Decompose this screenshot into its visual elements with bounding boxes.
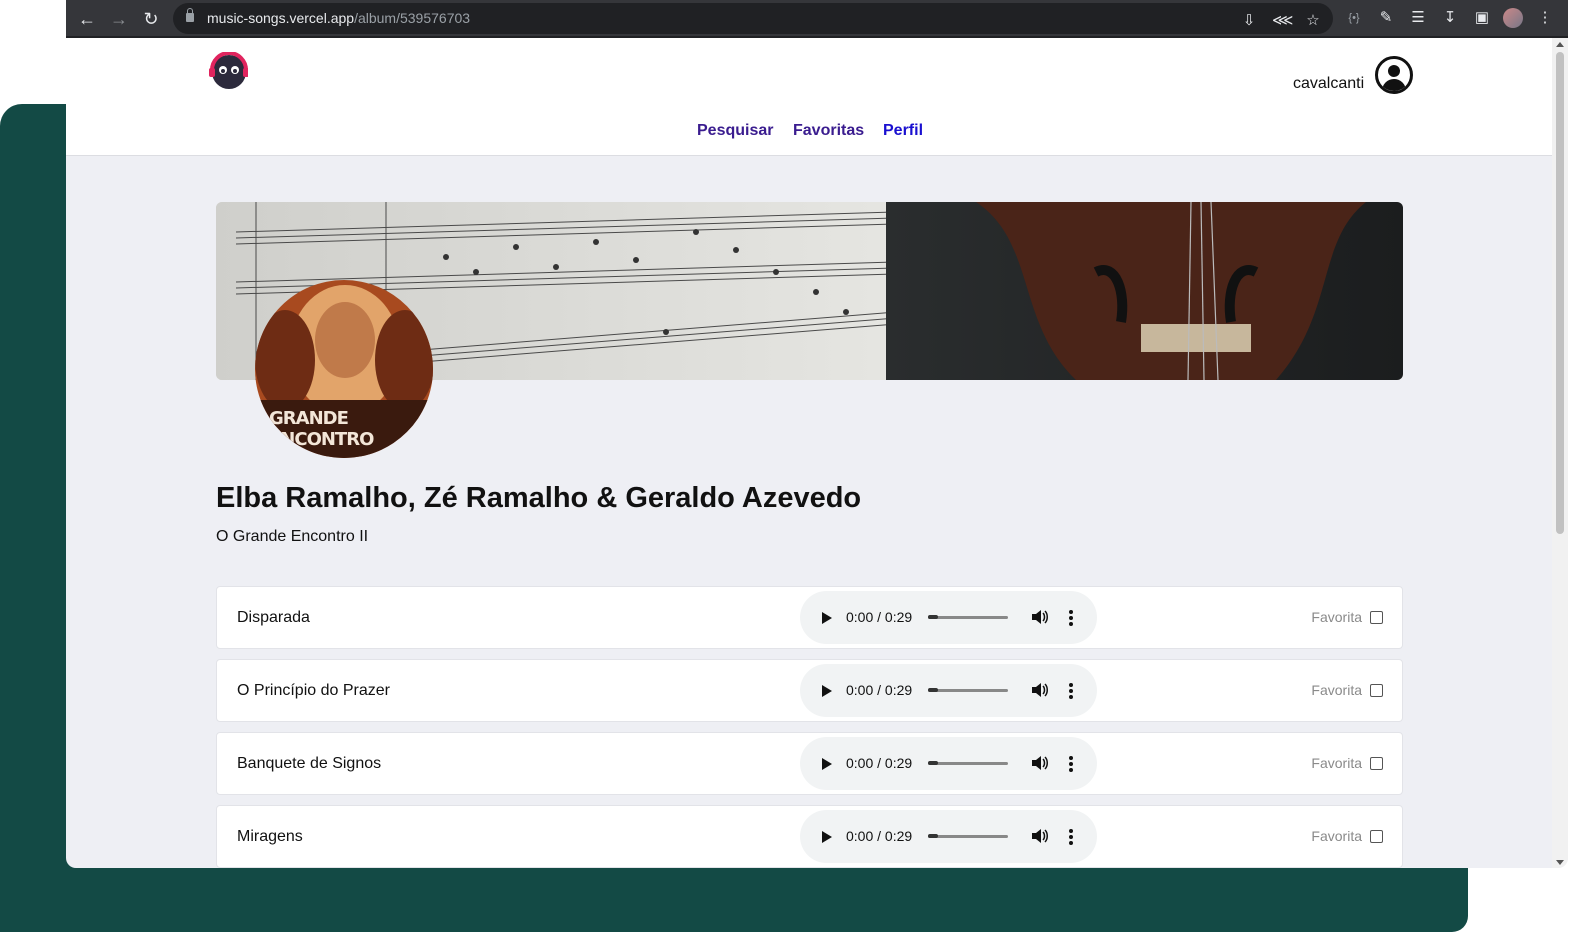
track-name: Miragens: [237, 828, 303, 845]
share-icon[interactable]: ⋘: [1272, 12, 1293, 30]
profile-avatar-icon[interactable]: [1503, 8, 1523, 28]
nav-link-search[interactable]: Pesquisar: [697, 122, 773, 140]
seek-slider[interactable]: [928, 761, 1008, 765]
track-row: Banquete de Signos 0:00 / 0:29 Favorita: [216, 732, 1403, 795]
download-icon[interactable]: ↧: [1441, 9, 1459, 27]
seek-slider[interactable]: [928, 834, 1008, 838]
track-time: 0:00 / 0:29: [846, 828, 913, 844]
volume-icon[interactable]: [1030, 681, 1048, 699]
track-name: Banquete de Signos: [237, 755, 382, 772]
track-time: 0:00 / 0:29: [846, 755, 913, 771]
url-text[interactable]: music-songs.vercel.app/album/539576703: [207, 10, 470, 26]
media-queue-icon[interactable]: ☰: [1409, 9, 1427, 27]
favorite-checkbox[interactable]: [1370, 757, 1383, 770]
more-options-icon[interactable]: [1068, 828, 1074, 846]
more-options-icon[interactable]: [1068, 609, 1074, 627]
artist-name: Elba Ramalho, Zé Ramalho & Geraldo Azeve…: [216, 482, 862, 514]
scrollbar-thumb[interactable]: [1556, 52, 1564, 534]
audio-player[interactable]: 0:00 / 0:29: [800, 591, 1097, 644]
track-name: O Princípio do Prazer: [237, 682, 390, 699]
page-scrollbar[interactable]: [1552, 38, 1568, 868]
username-label: cavalcanti: [1293, 75, 1365, 92]
nav-link-profile[interactable]: Perfil: [883, 122, 923, 140]
browser-toolbar: ← → ↻ music-songs.vercel.app/album/53957…: [66, 0, 1568, 38]
forward-arrow-icon[interactable]: →: [108, 8, 130, 30]
volume-icon[interactable]: [1030, 608, 1048, 626]
app-logo-icon[interactable]: [208, 52, 248, 90]
volume-icon[interactable]: [1030, 827, 1048, 845]
scroll-up-icon[interactable]: [1556, 42, 1564, 47]
nav-link-favorites[interactable]: Favoritas: [793, 122, 864, 140]
back-arrow-icon[interactable]: ←: [76, 8, 98, 30]
favorite-checkbox[interactable]: [1370, 684, 1383, 697]
favorite-label: Favorita: [1311, 755, 1362, 771]
seek-slider[interactable]: [928, 615, 1008, 619]
menu-dots-icon[interactable]: ⋮: [1536, 9, 1554, 27]
track-time: 0:00 / 0:29: [846, 682, 913, 698]
seek-slider[interactable]: [928, 688, 1008, 692]
favorite-label: Favorita: [1311, 609, 1362, 625]
browser-window: ← → ↻ music-songs.vercel.app/album/53957…: [66, 0, 1568, 868]
user-account-icon[interactable]: [1375, 56, 1413, 94]
scroll-down-icon[interactable]: [1556, 860, 1564, 865]
bookmark-star-icon[interactable]: ☆: [1304, 12, 1322, 30]
play-icon[interactable]: [822, 612, 832, 624]
play-icon[interactable]: [822, 758, 832, 770]
lock-icon: [186, 8, 194, 22]
site-header: cavalcanti Pesquisar Favoritas Perfil: [66, 38, 1552, 156]
album-name: O Grande Encontro II: [216, 528, 369, 545]
side-panel-icon[interactable]: ▣: [1473, 9, 1491, 27]
extension-json-icon[interactable]: {•}: [1345, 9, 1363, 27]
play-icon[interactable]: [822, 685, 832, 697]
more-options-icon[interactable]: [1068, 682, 1074, 700]
album-cover-text: GRANDE ENCONTRO: [269, 408, 374, 450]
extensions-puzzle-icon[interactable]: ✎: [1377, 9, 1395, 27]
play-icon[interactable]: [822, 831, 832, 843]
track-row: O Princípio do Prazer 0:00 / 0:29 Favori…: [216, 659, 1403, 722]
favorite-checkbox[interactable]: [1370, 611, 1383, 624]
more-options-icon[interactable]: [1068, 755, 1074, 773]
track-name: Disparada: [237, 609, 310, 626]
volume-icon[interactable]: [1030, 754, 1048, 772]
audio-player[interactable]: 0:00 / 0:29: [800, 664, 1097, 717]
favorite-checkbox[interactable]: [1370, 830, 1383, 843]
track-row: Miragens 0:00 / 0:29 Favorita: [216, 805, 1403, 868]
track-time: 0:00 / 0:29: [846, 609, 913, 625]
album-cover-image: GRANDE ENCONTRO: [255, 280, 433, 458]
reload-icon[interactable]: ↻: [140, 8, 162, 30]
favorite-label: Favorita: [1311, 682, 1362, 698]
audio-player[interactable]: 0:00 / 0:29: [800, 810, 1097, 863]
track-row: Disparada 0:00 / 0:29 Favorita: [216, 586, 1403, 649]
favorite-label: Favorita: [1311, 828, 1362, 844]
install-app-icon[interactable]: ⇩: [1240, 12, 1258, 30]
audio-player[interactable]: 0:00 / 0:29: [800, 737, 1097, 790]
address-bar[interactable]: music-songs.vercel.app/album/539576703 ⇩…: [173, 3, 1333, 34]
